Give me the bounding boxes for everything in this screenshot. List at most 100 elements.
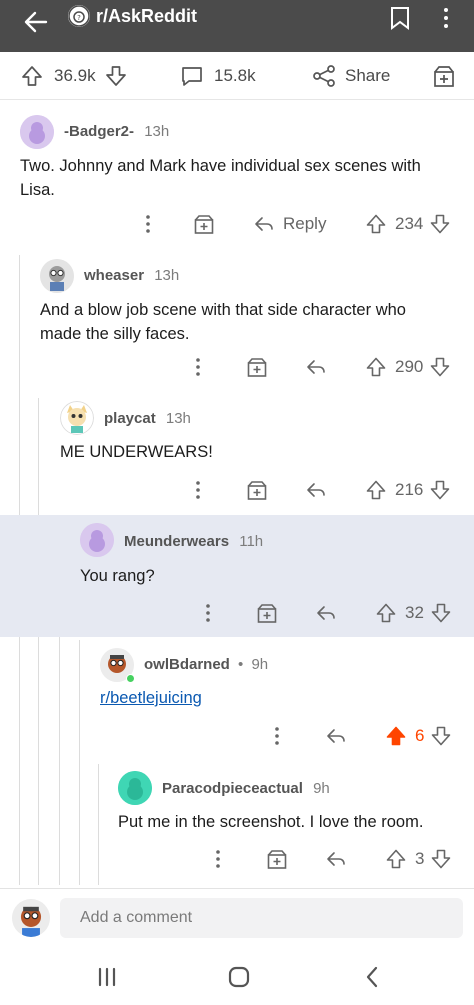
reply-label: Reply xyxy=(283,214,327,233)
post-comments-button[interactable]: 15.8k xyxy=(180,64,256,88)
award-icon[interactable] xyxy=(256,601,278,625)
comment-composer: Add a comment xyxy=(0,888,474,948)
upvote-icon[interactable] xyxy=(365,479,387,501)
comment-text: Two. Johnny and Mark have individual sex… xyxy=(20,157,421,199)
more-options-icon[interactable] xyxy=(137,212,159,236)
comment-bubble-icon xyxy=(182,67,202,86)
username[interactable]: Meunderwears xyxy=(124,533,229,550)
score: 32 xyxy=(405,603,424,622)
score: 290 xyxy=(395,357,424,376)
vote-group: 216 xyxy=(365,478,451,502)
avatar[interactable] xyxy=(60,401,94,435)
share-label: Share xyxy=(345,66,391,85)
upvote-active-icon[interactable] xyxy=(385,725,407,747)
comment-age: 9h xyxy=(313,780,330,797)
back-icon[interactable] xyxy=(360,964,386,990)
comment: -Badger2- 13h Two. Johnny and Mark have … xyxy=(0,101,474,251)
upvote-icon[interactable] xyxy=(385,848,407,870)
downvote-icon[interactable] xyxy=(429,213,451,235)
comment-age: 13h xyxy=(165,410,191,427)
downvote-icon[interactable] xyxy=(104,64,128,88)
downvote-icon[interactable] xyxy=(430,848,452,870)
award-icon[interactable] xyxy=(246,355,268,379)
more-options-icon[interactable] xyxy=(187,478,209,502)
subreddit-link[interactable]: r/beetlejuicing xyxy=(100,686,460,710)
subreddit-title[interactable]: r/AskReddit xyxy=(96,6,197,27)
downvote-icon[interactable] xyxy=(430,725,452,747)
downvote-icon[interactable] xyxy=(429,479,451,501)
online-status-dot xyxy=(126,674,135,683)
username[interactable]: owlBdarned xyxy=(144,656,230,673)
more-options-icon[interactable] xyxy=(197,601,219,625)
reply-icon xyxy=(255,217,273,231)
post-vote-group: 36.9k xyxy=(20,64,128,88)
avatar[interactable] xyxy=(118,771,152,805)
comment: owlBdarned • 9h r/beetlejuicing 6 xyxy=(0,640,474,764)
top-app-bar: ? r/AskReddit xyxy=(0,0,474,52)
more-options-icon[interactable] xyxy=(187,355,209,379)
comment-actions: 6 xyxy=(0,724,474,748)
reply-icon[interactable] xyxy=(305,355,327,379)
score: 6 xyxy=(415,726,425,745)
share-button[interactable]: Share xyxy=(312,64,390,88)
bookmark-icon[interactable] xyxy=(389,6,411,30)
comment-text: Put me in the screenshot. I love the roo… xyxy=(118,813,424,831)
username[interactable]: playcat xyxy=(104,410,156,427)
score: 216 xyxy=(395,480,424,499)
comment-count: 15.8k xyxy=(214,66,256,85)
upvote-icon[interactable] xyxy=(365,356,387,378)
comment-age: 11h xyxy=(239,533,264,550)
vote-group: 234 xyxy=(365,212,451,236)
award-icon[interactable] xyxy=(193,212,215,236)
vote-group: 32 xyxy=(375,601,452,625)
reply-icon[interactable] xyxy=(325,847,347,871)
avatar[interactable] xyxy=(20,115,54,149)
add-comment-input[interactable]: Add a comment xyxy=(60,898,463,938)
upvote-icon[interactable] xyxy=(365,213,387,235)
upvote-icon[interactable] xyxy=(20,64,44,88)
comment-actions: Reply 234 xyxy=(0,212,474,236)
post-score: 36.9k xyxy=(54,66,96,85)
avatar[interactable] xyxy=(40,259,74,293)
comment: Paracodpieceactual 9h Put me in the scre… xyxy=(0,764,474,886)
comment: wheaser 13h And a blow job scene with th… xyxy=(0,255,474,395)
subreddit-icon[interactable]: ? xyxy=(68,5,90,27)
reply-button[interactable]: Reply xyxy=(253,212,326,236)
comment-actions: 290 xyxy=(0,355,474,379)
award-icon[interactable] xyxy=(266,847,288,871)
comment-actions: 3 xyxy=(0,847,474,871)
back-arrow-icon[interactable] xyxy=(22,8,50,36)
vote-group: 290 xyxy=(365,355,451,379)
recent-apps-icon[interactable] xyxy=(94,964,120,990)
svg-text:?: ? xyxy=(77,14,81,22)
comment-age: 13h xyxy=(144,123,170,140)
system-nav-bar xyxy=(0,950,474,1005)
comment-age: 13h xyxy=(154,267,180,284)
award-icon[interactable] xyxy=(246,478,268,502)
downvote-icon[interactable] xyxy=(430,602,452,624)
current-user-avatar[interactable] xyxy=(12,899,50,937)
more-options-icon[interactable] xyxy=(207,847,229,871)
upvote-icon[interactable] xyxy=(375,602,397,624)
more-options-icon[interactable] xyxy=(440,6,452,30)
comment-text: ME UNDERWEARS! xyxy=(60,443,213,461)
comment-highlighted: Meunderwears 11h You rang? 32 xyxy=(0,515,474,637)
more-options-icon[interactable] xyxy=(266,724,288,748)
meta-separator: • xyxy=(238,656,244,673)
reply-icon[interactable] xyxy=(325,724,347,748)
reply-icon[interactable] xyxy=(315,601,337,625)
comment-text: And a blow job scene with that side char… xyxy=(40,301,406,343)
post-action-bar: 36.9k 15.8k Share xyxy=(0,52,474,100)
comment-text: You rang? xyxy=(80,567,155,585)
downvote-icon[interactable] xyxy=(429,356,451,378)
home-icon[interactable] xyxy=(226,964,252,990)
vote-group: 3 xyxy=(385,847,452,871)
reply-icon[interactable] xyxy=(305,478,327,502)
score: 3 xyxy=(415,849,425,868)
username[interactable]: wheaser xyxy=(84,267,144,284)
comment-actions: 32 xyxy=(0,601,474,625)
award-icon[interactable] xyxy=(432,64,456,88)
username[interactable]: Paracodpieceactual xyxy=(162,780,303,797)
avatar[interactable] xyxy=(80,523,114,557)
username[interactable]: -Badger2- xyxy=(64,123,134,140)
